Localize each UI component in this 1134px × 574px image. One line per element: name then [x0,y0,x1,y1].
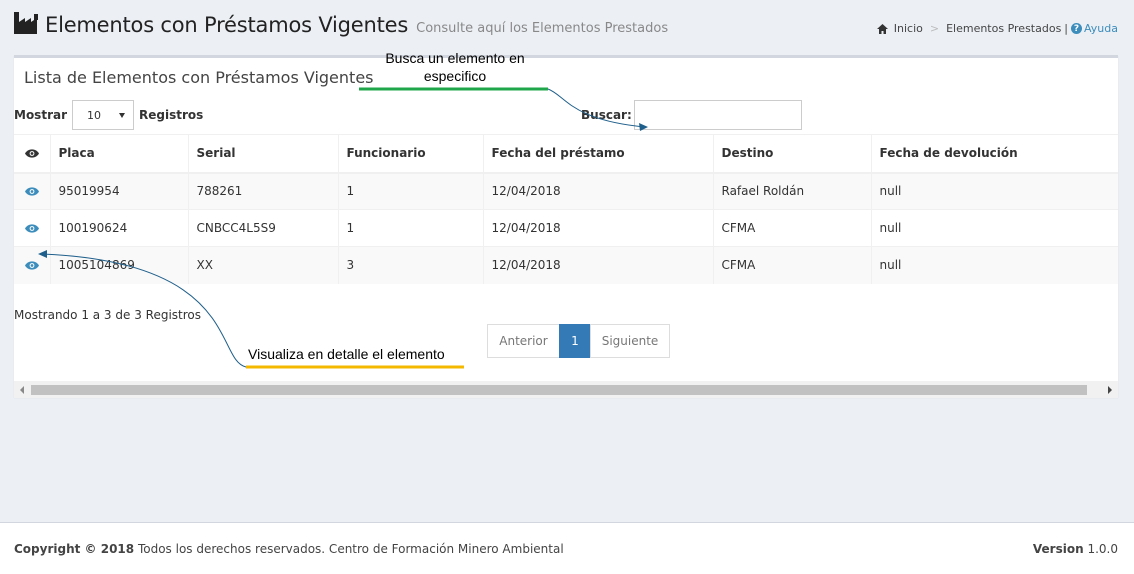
pagination-next[interactable]: Siguiente [590,324,670,358]
copyright-text: Todos los derechos reservados. Centro de… [137,542,564,556]
cell-funcionario: 3 [337,246,483,284]
table-header-row: Placa Serial Funcionario Fecha del prést… [14,134,1118,174]
cell-fecha-devolucion: null [870,172,1118,210]
eye-icon [24,224,39,233]
horizontal-scrollbar[interactable] [14,381,1118,398]
version: Version 1.0.0 [1033,542,1118,556]
cell-placa: 1005104869 [49,246,188,284]
search-control: Buscar: [581,100,802,130]
header-placa[interactable]: Placa [49,134,188,174]
help-link[interactable]: ? Ayuda [1071,22,1118,35]
cell-serial: CNBCC4L5S9 [187,209,338,247]
help-label: Ayuda [1084,22,1118,35]
header-fecha-prestamo[interactable]: Fecha del préstamo [482,134,713,174]
search-input[interactable] [633,100,802,130]
view-button[interactable] [14,246,50,284]
header-funcionario[interactable]: Funcionario [337,134,483,174]
home-icon [876,23,888,34]
header-serial[interactable]: Serial [187,134,338,174]
header-fecha-devolucion[interactable]: Fecha de devolución [870,134,1118,174]
page-title-wrap: Elementos con Préstamos Vigentes Consult… [14,10,668,37]
length-prefix: Mostrar [14,108,67,122]
cell-funcionario: 1 [337,172,483,210]
view-button[interactable] [14,172,50,210]
breadcrumb: Inicio > Elementos Prestados | ? Ayuda [876,22,1118,35]
table-row: 1005104869 XX 3 12/04/2018 CFMA null [14,246,1118,284]
length-suffix: Registros [139,108,204,122]
scroll-left-arrow-icon[interactable] [20,386,24,394]
page-length-control: Mostrar 10 Registros [14,100,203,130]
pagination-page-1[interactable]: 1 [559,324,591,358]
search-label: Buscar: [581,108,632,122]
pagination: Anterior 1 Siguiente [487,324,670,358]
table-row: 100190624 CNBCC4L5S9 1 12/04/2018 CFMA n… [14,209,1118,247]
page-subtitle: Consulte aquí los Elementos Prestados [416,21,669,36]
view-button[interactable] [14,209,50,247]
box-title: Lista de Elementos con Préstamos Vigente… [24,68,374,87]
scroll-right-arrow-icon[interactable] [1108,386,1112,394]
cell-destino: Rafael Roldán [712,172,871,210]
page-header: Elementos con Préstamos Vigentes Consult… [0,0,1134,54]
cell-destino: CFMA [712,209,871,247]
page-title: Elementos con Préstamos Vigentes [45,13,409,37]
loans-box: Lista de Elementos con Préstamos Vigente… [14,55,1118,398]
annotation-search-note: Busca un elemento en especifico [385,50,525,84]
copyright-year: Copyright © 2018 [14,542,135,556]
cell-placa: 95019954 [49,172,188,210]
version-number: 1.0.0 [1087,542,1118,556]
cell-fecha-prestamo: 12/04/2018 [482,246,713,284]
caret-down-icon [119,112,125,118]
eye-icon [24,149,39,158]
cell-fecha-prestamo: 12/04/2018 [482,209,713,247]
copyright: Copyright © 2018 Todos los derechos rese… [14,542,564,556]
footer: Copyright © 2018 Todos los derechos rese… [0,522,1134,574]
cell-fecha-prestamo: 12/04/2018 [482,172,713,210]
cell-placa: 100190624 [49,209,188,247]
eye-icon [24,261,39,270]
industry-icon [14,12,38,34]
page-length-value: 10 [87,108,101,122]
cell-serial: XX [187,246,338,284]
question-circle-icon: ? [1071,23,1083,34]
breadcrumb-current: Elementos Prestados [946,22,1062,35]
pagination-previous[interactable]: Anterior [487,324,560,358]
version-label: Version [1032,542,1084,556]
header-destino[interactable]: Destino [712,134,871,174]
table-info: Mostrando 1 a 3 de 3 Registros [14,308,202,322]
eye-icon [24,187,39,196]
cell-funcionario: 1 [337,209,483,247]
header-view-column [14,134,50,174]
breadcrumb-separator: > [929,22,940,35]
breadcrumb-home-link[interactable]: Inicio [894,22,923,35]
cell-serial: 788261 [187,172,338,210]
cell-fecha-devolucion: null [870,246,1118,284]
scrollbar-thumb[interactable] [31,385,1087,395]
cell-fecha-devolucion: null [870,209,1118,247]
page-length-select[interactable]: 10 [72,100,134,130]
breadcrumb-bar: | [1064,22,1069,35]
annotation-detail-note: Visualiza en detalle el elemento [248,346,445,362]
table-row: 95019954 788261 1 12/04/2018 Rafael Rold… [14,172,1118,210]
loans-table: Placa Serial Funcionario Fecha del prést… [14,134,1118,284]
cell-destino: CFMA [712,246,871,284]
